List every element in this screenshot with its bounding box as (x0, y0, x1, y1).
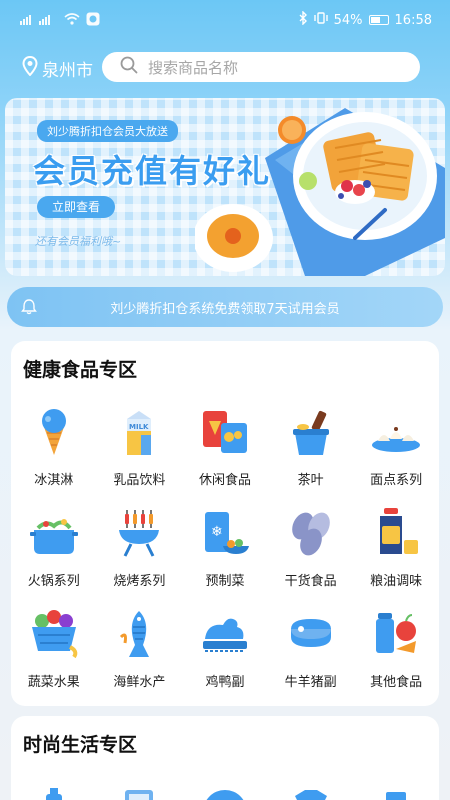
category-hotpot[interactable]: 火锅系列 (11, 504, 97, 605)
category-vegetables-fruits[interactable]: 蔬菜水果 (11, 605, 97, 706)
pastry-icon (372, 427, 421, 452)
category-dairy-drinks[interactable]: MILK 乳品饮料 (97, 403, 183, 504)
top-bar: 泉州市 搜索商品名称 (0, 50, 450, 86)
snacks-icon (202, 411, 247, 453)
location-pin-icon (22, 55, 38, 81)
clock: 16:58 (394, 12, 432, 28)
banner-subtitle: 还有会员福利哦~ (35, 235, 122, 248)
category-dried-food[interactable]: 干货食品 (268, 504, 354, 605)
healthy-food-section: 健康食品专区 冰淇淋 MILK 乳品饮料 休闲食品 茶叶 面点系列 火锅系列 烧… (11, 341, 439, 706)
category-ice-cream[interactable]: 冰淇淋 (11, 403, 97, 504)
poultry-icon (202, 618, 247, 652)
category-pastry[interactable]: 面点系列 (353, 403, 439, 504)
category-partial-2[interactable] (97, 778, 183, 800)
category-seafood[interactable]: 海鲜水产 (97, 605, 183, 706)
category-partial-4[interactable] (268, 778, 354, 800)
bell-icon (21, 298, 37, 319)
category-meat[interactable]: 牛羊猪副 (268, 605, 354, 706)
tea-icon (292, 410, 329, 455)
dried-food-icon (291, 512, 330, 556)
shirt-icon (294, 790, 327, 800)
category-poultry[interactable]: 鸡鸭副 (182, 605, 268, 706)
wifi-icon (64, 12, 80, 28)
notice-bar[interactable]: 刘少腾折扣仓系统免费领取7天试用会员 (7, 287, 443, 327)
bottle-icon (45, 788, 62, 800)
status-bar: 54% 16:58 (0, 0, 450, 40)
promo-banner[interactable]: 刘少腾折扣仓会员大放送 会员充值有好礼 立即查看 还有会员福利哦~ (5, 98, 445, 276)
bbq-icon (119, 510, 160, 557)
category-label: 火锅系列 (27, 574, 80, 589)
battery-icon (368, 15, 389, 25)
category-label: 海鲜水产 (113, 675, 166, 690)
waffle-breakfast-illustration (195, 108, 445, 276)
category-partial-3[interactable] (182, 778, 268, 800)
section-title: 时尚生活专区 (23, 734, 138, 756)
hotpot-icon (29, 519, 78, 554)
category-tea[interactable]: 茶叶 (268, 403, 354, 504)
fashion-life-section: 时尚生活专区 (11, 716, 439, 800)
category-partial-5[interactable] (353, 778, 439, 800)
location-city: 泉州市 (42, 60, 93, 81)
category-snacks[interactable]: 休闲食品 (182, 403, 268, 504)
other-food-icon (376, 613, 417, 653)
vibrate-icon (313, 12, 328, 28)
meat-icon (290, 619, 331, 647)
category-partial-1[interactable] (11, 778, 97, 800)
vegetable-basket-icon (31, 610, 78, 659)
oil-seasoning-icon (380, 508, 419, 554)
svg-text:❄: ❄ (211, 524, 223, 540)
notice-text: 刘少腾折扣仓系统免费领取7天试用会员 (110, 301, 340, 317)
category-other-food[interactable]: 其他食品 (353, 605, 439, 706)
frozen-food-icon: ❄ (204, 512, 249, 554)
category-label: 牛羊猪副 (284, 675, 337, 690)
category-label: 冰淇淋 (34, 473, 74, 488)
app-notification-icon (86, 12, 100, 29)
signal-icon (20, 13, 58, 28)
category-label: 烧烤系列 (113, 574, 166, 589)
search-placeholder: 搜索商品名称 (148, 58, 239, 77)
category-grid-partial (11, 778, 439, 800)
category-label: 茶叶 (297, 473, 324, 488)
category-label: 其他食品 (370, 675, 423, 690)
category-label: 乳品饮料 (113, 473, 166, 488)
bluetooth-icon (299, 10, 308, 29)
svg-text:MILK: MILK (129, 423, 149, 431)
category-grain-oil[interactable]: 粮油调味 (353, 504, 439, 605)
category-prepared-food[interactable]: ❄ 预制菜 (182, 504, 268, 605)
category-label: 预制菜 (205, 574, 245, 589)
box-icon (386, 792, 407, 800)
search-input[interactable]: 搜索商品名称 (102, 52, 420, 82)
category-label: 鸡鸭副 (205, 675, 245, 690)
category-label: 粮油调味 (370, 574, 423, 589)
milk-carton-icon: MILK (127, 411, 152, 455)
category-label: 干货食品 (284, 574, 337, 589)
section-title: 健康食品专区 (23, 359, 138, 381)
round-item-icon (206, 790, 244, 800)
ice-cream-icon (41, 409, 66, 455)
notebook-icon (125, 790, 154, 800)
fish-icon (120, 611, 150, 657)
battery-percent: 54% (333, 12, 363, 28)
category-grid: 冰淇淋 MILK 乳品饮料 休闲食品 茶叶 面点系列 火锅系列 烧烤系列 ❄ 预… (11, 403, 439, 706)
location-selector[interactable]: 泉州市 (22, 55, 93, 81)
search-icon (120, 56, 138, 78)
category-label: 面点系列 (370, 473, 423, 488)
view-now-button[interactable]: 立即查看 (37, 196, 115, 218)
banner-tag: 刘少腾折扣仓会员大放送 (37, 120, 178, 142)
category-label: 蔬菜水果 (27, 675, 80, 690)
category-label: 休闲食品 (198, 473, 251, 488)
category-bbq[interactable]: 烧烤系列 (97, 504, 183, 605)
